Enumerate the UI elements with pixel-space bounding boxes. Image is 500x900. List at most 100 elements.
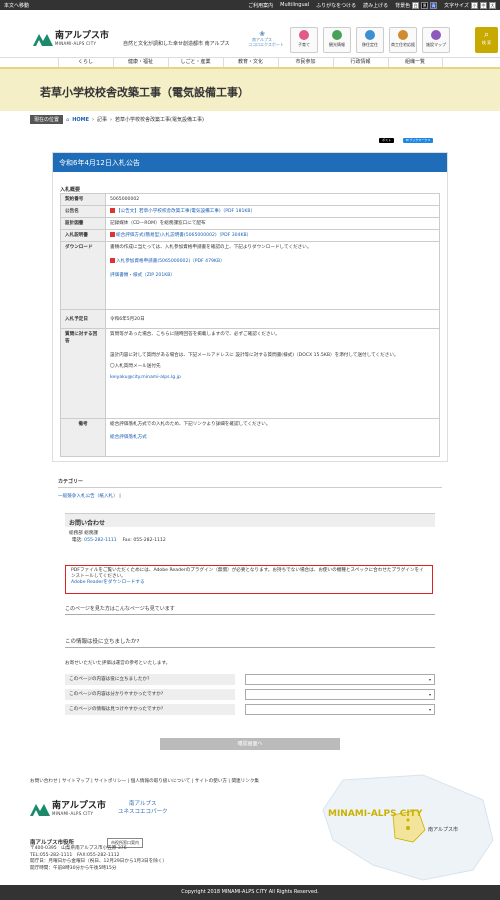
qa-email-link[interactable]: keiyaku@city.minami-alps.lg.jp <box>110 375 181 380</box>
font-size-control: 文字サイズ 小 中 大 <box>444 1 496 9</box>
bookmark-button[interactable]: B!ブックマーク 0 <box>403 138 434 143</box>
bid-date: 令和6年5月20日 <box>105 309 440 329</box>
explanation-pdf-link[interactable]: 総合評価方式(簡易型)入札説明書(5065000002)（PDF 304KB） <box>116 233 251 238</box>
rating-select[interactable]: ▾ <box>245 674 435 685</box>
mountain-logo-icon <box>30 804 50 816</box>
relocation-icon <box>365 30 375 40</box>
footer-link-usage[interactable]: サイトの使い方 <box>195 779 227 784</box>
pdf-icon <box>110 208 115 213</box>
breadcrumb-label: 現在の位置 <box>30 115 64 124</box>
nav-administration[interactable]: 行政情報 <box>332 58 388 67</box>
search-button[interactable]: ⌕ 検 索 <box>475 27 498 53</box>
contact-box: お問い合わせ 総務部 総務課 電話: 055-282-1111 Fax: 055… <box>65 513 435 547</box>
bg-black-button[interactable]: 黒 <box>421 1 429 9</box>
commerce-link[interactable]: 商工住宅応援 <box>389 27 417 53</box>
fax-number: 055-282-1112 <box>133 538 166 543</box>
evaluation-zip-link[interactable]: 評価書類・様式（ZIP 201KB） <box>110 273 175 278</box>
map-pin-icon <box>431 30 441 40</box>
row-header: 入札説明書 <box>60 229 106 242</box>
survey-question: このページの内容は分かりやすかったですか? ▾ <box>65 689 435 700</box>
site-header: 南アルプス市 MINAMI-ALPS CITY 自然と文化が調和した幸せ創造都市 … <box>0 10 500 53</box>
footer-logo-en: MINAMI-ALPS CITY <box>52 811 94 816</box>
city-map-graphic <box>322 774 494 881</box>
usage-link[interactable]: ご利用案内 <box>248 2 273 9</box>
childcare-icon <box>299 30 309 40</box>
download-note: 書類の作成に当たっては、入札参加資格申請書を確認の上、下記よりダウンロードしてく… <box>110 245 312 250</box>
application-pdf-link[interactable]: 入札参加資格申請書(5065000002)（PDF 479KB） <box>116 259 225 264</box>
notice-title: 令和6年4月12日入札公告 <box>53 153 447 172</box>
footer-logo[interactable]: 南アルプス市 MINAMI-ALPS CITY <box>30 802 106 816</box>
fax-label: Fax: <box>122 538 132 543</box>
font-small-button[interactable]: 小 <box>471 1 478 9</box>
nav-participation[interactable]: 市民参加 <box>277 58 333 67</box>
pdf-icon <box>110 232 115 237</box>
tel-label: 電話: <box>71 538 83 543</box>
table-row: 契約番号 5065000002 <box>60 193 440 206</box>
footer-link-contact[interactable]: お問い合わせ <box>30 779 58 784</box>
category-link[interactable]: 一般競争入札公告（紙入札） <box>58 494 118 499</box>
survey-question: このページの内容は役に立ちましたか? ▾ <box>65 674 435 685</box>
childcare-link[interactable]: 子育て <box>290 27 318 53</box>
breadcrumb-articles[interactable]: 記事 <box>97 116 107 123</box>
facility-map-label: 施設マップ <box>426 42 446 47</box>
ecopark-logo[interactable]: 南アルプス ユネスコエコパーク <box>118 800 168 816</box>
logo-name: 南アルプス市 <box>55 31 109 41</box>
read-aloud-link[interactable]: 読み上げる <box>363 2 388 9</box>
font-large-button[interactable]: 大 <box>489 1 496 9</box>
breadcrumb: 現在の位置 ⌂ HOME › 記事 › 若草小学校校舎改築工事(電気設備工事) <box>30 115 204 124</box>
tel-link[interactable]: 055-282-1111 <box>84 538 117 543</box>
post-button[interactable]: ポスト <box>379 138 395 143</box>
survey-question: このページの情報は見つけやすかったですか? ▾ <box>65 704 435 715</box>
facility-map-link[interactable]: 施設マップ <box>422 27 450 53</box>
skip-link[interactable]: 本文へ移動 <box>4 2 241 9</box>
header-shortcut-icons: 子育て 観光情報 移住定住 商工住宅応援 施設マップ <box>290 27 450 53</box>
footer-links: お問い合わせ | サイトマップ | サイトポリシー | 個人情報の取り扱いについ… <box>30 779 260 784</box>
rating-select[interactable]: ▾ <box>245 689 435 700</box>
footer-link-policy[interactable]: サイトポリシー <box>94 779 126 784</box>
breadcrumb-home[interactable]: HOME <box>72 117 89 123</box>
bg-white-button[interactable]: 白 <box>412 1 420 9</box>
table-row: 備考 総合評価落札方式での入札のため、下記リンクより詳細を確認してください。 総… <box>60 418 440 457</box>
childcare-label: 子育て <box>298 42 310 47</box>
nav-health[interactable]: 健康・福祉 <box>112 58 168 67</box>
commerce-icon <box>398 30 408 40</box>
nav-education[interactable]: 教育・文化 <box>222 58 278 67</box>
table-row: 入札説明書 総合評価方式(簡易型)入札説明書(5065000002)（PDF 30… <box>60 229 440 242</box>
question-label: このページの情報は見つけやすかったですか? <box>65 704 235 715</box>
nav-organization[interactable]: 組織一覧 <box>387 58 443 67</box>
table-row: 公告名 【公告文】若草小学校校舎改築工事(電気設備工事)（PDF 181KB） <box>60 205 440 218</box>
furigana-link[interactable]: ふりがなをつける <box>316 2 356 9</box>
kokoro-export-logo[interactable]: ❀ 南アルプス ココロエクスポート <box>248 31 284 48</box>
evaluation-method-link[interactable]: 総合評価落札方式 <box>110 435 147 440</box>
table-row: 質問に対する回答 質問等があった場合、こちらに随時回答を掲載しますので、必ずご確… <box>60 328 440 419</box>
tourism-link[interactable]: 観光情報 <box>323 27 351 53</box>
rating-select[interactable]: ▾ <box>245 704 435 715</box>
adobe-download-link[interactable]: Adobe Readerをダウンロードする <box>71 580 145 585</box>
footer-link-related[interactable]: 関連リンク集 <box>231 779 259 784</box>
confirm-button[interactable]: 確認画面へ <box>160 738 340 750</box>
nav-work[interactable]: しごと・産業 <box>167 58 223 67</box>
relocation-link[interactable]: 移住定住 <box>356 27 384 53</box>
footer-link-sitemap[interactable]: サイトマップ <box>62 779 90 784</box>
notice-pdf-link[interactable]: 【公告文】若草小学校校舎改築工事(電気設備工事)（PDF 181KB） <box>116 209 255 214</box>
open-days-line: 開庁日：月曜日から金曜日（祝日、12月29日から1月3日を除く） <box>30 859 167 864</box>
chevron-down-icon: ▾ <box>428 707 431 712</box>
nav-living[interactable]: くらし <box>57 58 113 67</box>
multilingual-link[interactable]: Multilingual <box>280 2 309 8</box>
tourism-label: 観光情報 <box>329 42 345 47</box>
footer-link-privacy[interactable]: 個人情報の取り扱いについて <box>131 779 191 784</box>
open-hours-line: 開庁時間：午前8時30分から午後5時15分 <box>30 865 117 871</box>
bg-blue-button[interactable]: 青 <box>430 1 438 9</box>
row-header: 契約番号 <box>60 193 106 206</box>
survey-title: この情報は役に立ちましたか? <box>65 637 435 648</box>
site-logo[interactable]: 南アルプス市 MINAMI-ALPS CITY <box>33 32 109 46</box>
remarks-note: 総合評価落札方式での入札のため、下記リンクより詳細を確認してください。 <box>110 422 271 427</box>
design-docs-text: 記録媒体（CD－ROM）を総務課窓口にて配布 <box>105 217 440 230</box>
chevron-down-icon: ▾ <box>428 677 431 682</box>
tourism-icon <box>332 30 342 40</box>
relocation-label: 移住定住 <box>362 42 378 47</box>
category-title: カテゴリー <box>58 478 442 488</box>
survey-intro: お寄せいただいた評価は運営の参考といたします。 <box>65 661 171 666</box>
font-medium-button[interactable]: 中 <box>480 1 487 9</box>
bg-color-label: 背景色 <box>395 2 411 9</box>
